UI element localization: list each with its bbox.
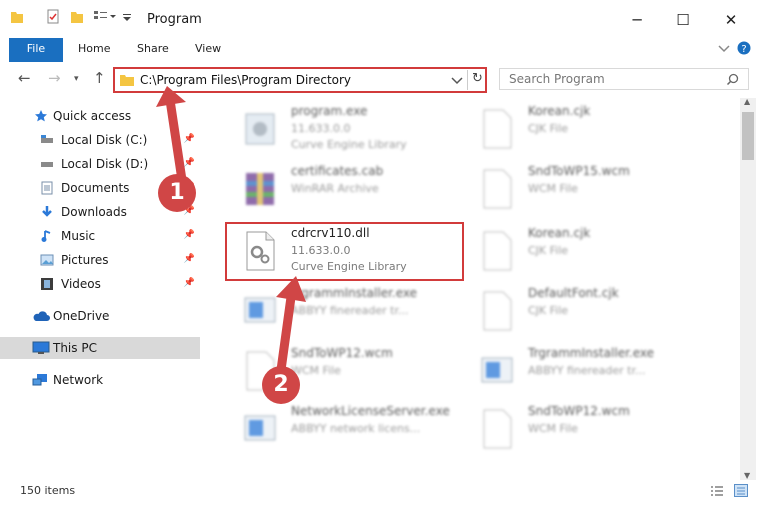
document-icon [41,181,53,195]
network-icon [32,374,47,386]
tab-view[interactable]: View [195,38,221,62]
installer-file-icon [244,415,276,441]
file-highlight-box [225,222,464,281]
item-count: 150 items [20,484,76,497]
search-box[interactable]: Search Program [499,68,749,90]
vertical-scrollbar[interactable]: ▲ ▼ [740,97,756,480]
details-view-icon[interactable] [710,485,724,497]
installer-file-icon [481,357,513,383]
archive-file-icon [246,173,274,205]
up-arrow-icon[interactable]: ↑ [93,69,106,87]
installer-file-icon [244,297,276,323]
minimize-button[interactable]: ─ [614,6,660,34]
star-icon [35,110,47,122]
maximize-button[interactable]: ☐ [660,6,706,34]
drive-icon [41,162,53,167]
music-icon [41,230,51,242]
tiles-view-icon[interactable] [734,484,748,497]
nav-music[interactable]: Music 📌 [0,225,200,247]
search-icon [726,73,739,86]
computer-icon [32,341,50,354]
file-item[interactable]: Korean.cjk CJK File [462,100,702,158]
tab-file[interactable]: File [9,38,63,62]
tab-home[interactable]: Home [78,38,110,62]
file-item[interactable]: SndToWP12.wcm WCM File [225,342,465,400]
pin-icon: 📌 [183,230,195,240]
file-item[interactable]: SndToWP12.wcm WCM File [462,400,702,458]
step-badge-1: 1 [158,174,196,212]
file-item[interactable]: NetworkLicenseServer.exe ABBYY network l… [225,400,465,458]
chevron-down-icon[interactable] [718,44,730,54]
nav-this-pc[interactable]: This PC [0,337,200,359]
video-icon [41,278,53,290]
title-bar: Program ─ ☐ ✕ [0,0,769,38]
scroll-thumb[interactable] [742,112,754,160]
folder-icon[interactable] [10,9,24,25]
close-button[interactable]: ✕ [708,6,754,34]
folder-icon [120,75,134,86]
pin-icon: 📌 [183,278,195,288]
search-input[interactable]: Search Program [509,72,605,86]
new-folder-icon[interactable] [70,9,84,25]
file-item[interactable]: Korean.cjk CJK File [462,222,702,280]
properties-icon[interactable] [46,9,60,25]
file-item[interactable]: DefaultFont.cjk CJK File [462,282,702,340]
divider [467,70,468,90]
nav-network[interactable]: Network [0,369,200,391]
forward-arrow-icon[interactable]: → [48,69,61,87]
generic-file-icon [483,409,512,449]
svg-text:?: ? [741,44,746,55]
back-arrow-icon[interactable]: ← [18,69,31,87]
generic-file-icon [483,169,512,209]
generic-file-icon [483,231,512,271]
file-item[interactable]: TrgrammInstaller.exe ABBYY finereader tr… [462,342,702,400]
scroll-down-icon[interactable]: ▼ [744,471,750,480]
nav-videos[interactable]: Videos 📌 [0,273,200,295]
generic-file-icon [483,109,512,149]
pictures-icon [40,254,54,266]
pin-icon: 📌 [183,134,195,144]
address-row: ← → ▾ ↑ C:\Program Files\Program Directo… [0,62,769,96]
generic-file-icon [483,291,512,331]
status-bar: 150 items [0,480,769,502]
scroll-up-icon[interactable]: ▲ [744,97,750,106]
file-item[interactable]: SndToWP15.wcm WCM File [462,160,702,218]
download-icon [42,206,52,217]
nav-quick-access[interactable]: Quick access [0,105,200,127]
recent-locations-icon[interactable]: ▾ [74,74,79,84]
pin-icon: 📌 [183,158,195,168]
window-title: Program [147,12,202,27]
navigation-pane: Quick access Local Disk (C:) 📌 Local Dis… [0,100,210,480]
nav-onedrive[interactable]: OneDrive [0,305,200,327]
cloud-icon [33,311,50,321]
pin-icon: 📌 [183,254,195,264]
address-path: C:\Program Files\Program Directory [140,73,352,87]
nav-local-disk-d[interactable]: Local Disk (D:) 📌 [0,153,200,175]
explorer-window: Program ─ ☐ ✕ File Home Share View ? ← →… [0,0,769,519]
nav-local-disk-c[interactable]: Local Disk (C:) 📌 [0,129,200,151]
refresh-icon[interactable]: ↻ [472,71,483,86]
file-item[interactable]: certificates.cab WinRAR Archive [225,160,465,218]
exe-file-icon [245,113,275,145]
view-options-icon[interactable] [93,9,117,25]
help-icon[interactable]: ? [737,41,751,55]
address-bar[interactable]: C:\Program Files\Program Directory ↻ [113,67,487,93]
drive-icon [41,135,53,143]
ribbon: File Home Share View ? [0,38,769,62]
file-item[interactable]: program.exe 11.633.0.0 Curve Engine Libr… [225,100,465,158]
file-item[interactable]: TrgrammInstaller.exe ABBYY finereader tr… [225,282,465,340]
chevron-down-icon[interactable] [451,77,463,85]
tab-share[interactable]: Share [137,38,169,62]
step-badge-2: 2 [262,366,300,404]
nav-pictures[interactable]: Pictures 📌 [0,249,200,271]
customize-toolbar-icon[interactable] [122,9,132,25]
file-list: program.exe 11.633.0.0 Curve Engine Libr… [210,100,740,480]
